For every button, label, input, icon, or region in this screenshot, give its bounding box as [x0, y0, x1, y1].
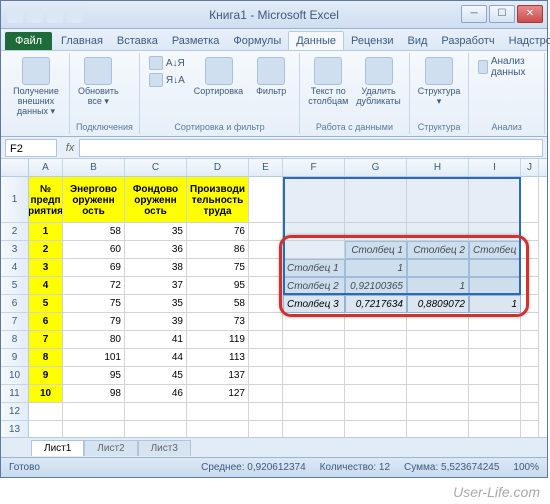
status-sum: Сумма: 5,523674245	[404, 462, 499, 473]
get-external-data-button[interactable]: Получение внешних данных ▾	[9, 55, 63, 119]
text-columns-icon	[314, 57, 342, 85]
excel-icon	[7, 7, 23, 23]
refresh-all-button[interactable]: Обновить все ▾	[76, 55, 121, 109]
sheet-tab-2[interactable]: Лист2	[84, 440, 137, 456]
select-all-corner[interactable]	[1, 159, 29, 176]
column-header[interactable]: C	[125, 159, 187, 176]
row-header[interactable]: 12	[1, 403, 29, 421]
ribbon-tabs: Файл Главная Вставка Разметка Формулы Да…	[1, 29, 547, 51]
quick-access-toolbar	[7, 7, 83, 23]
group-sort-filter-label: Сортировка и фильтр	[146, 122, 293, 132]
tab-home[interactable]: Главная	[54, 32, 110, 50]
undo-icon[interactable]	[47, 7, 63, 23]
column-header[interactable]: E	[249, 159, 283, 176]
sort-asc-button[interactable]: А↓Я	[146, 55, 188, 71]
row-header[interactable]: 9	[1, 349, 29, 367]
row-header[interactable]: 8	[1, 331, 29, 349]
tab-insert[interactable]: Вставка	[110, 32, 165, 50]
column-header[interactable]: D	[187, 159, 249, 176]
group-outline-label: Структура	[416, 122, 463, 132]
text-to-columns-button[interactable]: Текст по столбцам	[306, 55, 350, 109]
spreadsheet-grid[interactable]: ABCDEFGHIJ 1234567891011121314 № предп р…	[1, 159, 547, 437]
fx-icon[interactable]: fx	[61, 142, 79, 154]
outline-button[interactable]: Структура ▾	[416, 55, 463, 109]
row-header[interactable]: 4	[1, 259, 29, 277]
sort-icon	[205, 57, 233, 85]
status-average: Среднее: 0,920612374	[201, 462, 306, 473]
tab-developer[interactable]: Разработч	[434, 32, 501, 50]
titlebar: Книга1 - Microsoft Excel ─ ☐ ✕	[1, 1, 547, 29]
tab-addins[interactable]: Надстро	[502, 32, 550, 50]
external-data-icon	[22, 57, 50, 85]
row-header[interactable]: 6	[1, 295, 29, 313]
sort-button[interactable]: Сортировка	[192, 55, 245, 99]
row-header[interactable]: 13	[1, 421, 29, 437]
column-header[interactable]: A	[29, 159, 63, 176]
filter-icon	[257, 57, 285, 85]
redo-icon[interactable]	[67, 7, 83, 23]
group-data-tools-label: Работа с данными	[306, 122, 403, 132]
filter-button[interactable]: Фильтр	[249, 55, 293, 99]
group-connections-label: Подключения	[76, 122, 133, 132]
status-ready: Готово	[9, 462, 40, 473]
tab-formulas[interactable]: Формулы	[226, 32, 288, 50]
outline-icon	[425, 57, 453, 85]
dedupe-icon	[365, 57, 393, 85]
status-count: Количество: 12	[320, 462, 390, 473]
column-header[interactable]: J	[521, 159, 539, 176]
row-header[interactable]: 1	[1, 177, 29, 223]
refresh-icon	[84, 57, 112, 85]
sheet-tab-3[interactable]: Лист3	[138, 440, 191, 456]
row-header[interactable]: 11	[1, 385, 29, 403]
column-header[interactable]: G	[345, 159, 407, 176]
column-header[interactable]: F	[283, 159, 345, 176]
status-zoom[interactable]: 100%	[513, 462, 539, 473]
group-analysis-label: Анализ	[475, 122, 538, 132]
sheet-tab-1[interactable]: Лист1	[31, 440, 84, 456]
row-header[interactable]: 5	[1, 277, 29, 295]
window-title: Книга1 - Microsoft Excel	[209, 8, 339, 22]
maximize-button[interactable]: ☐	[489, 5, 515, 23]
tab-review[interactable]: Рецензи	[344, 32, 401, 50]
tab-view[interactable]: Вид	[401, 32, 435, 50]
formula-bar: F2 fx	[1, 137, 547, 159]
row-header[interactable]: 2	[1, 223, 29, 241]
row-header[interactable]: 7	[1, 313, 29, 331]
analysis-icon	[478, 60, 487, 74]
close-button[interactable]: ✕	[517, 5, 543, 23]
formula-input[interactable]	[79, 139, 543, 157]
column-header[interactable]: I	[469, 159, 521, 176]
column-header[interactable]: H	[407, 159, 469, 176]
sort-desc-icon	[149, 73, 163, 87]
sort-desc-button[interactable]: Я↓А	[146, 72, 188, 88]
remove-duplicates-button[interactable]: Удалить дубликаты	[354, 55, 402, 109]
watermark: User-Life.com	[453, 484, 540, 500]
name-box[interactable]: F2	[5, 139, 57, 157]
save-icon[interactable]	[27, 7, 43, 23]
data-analysis-button[interactable]: Анализ данных	[475, 55, 538, 79]
tab-file[interactable]: Файл	[5, 32, 52, 50]
tab-data[interactable]: Данные	[288, 31, 344, 50]
sheet-tabs: Лист1 Лист2 Лист3	[1, 437, 547, 457]
ribbon: Получение внешних данных ▾ Обновить все …	[1, 51, 547, 137]
minimize-button[interactable]: ─	[461, 5, 487, 23]
sort-asc-icon	[149, 56, 163, 70]
row-header[interactable]: 10	[1, 367, 29, 385]
status-bar: Готово Среднее: 0,920612374 Количество: …	[1, 457, 547, 477]
row-header[interactable]: 3	[1, 241, 29, 259]
column-header[interactable]: B	[63, 159, 125, 176]
tab-layout[interactable]: Разметка	[165, 32, 227, 50]
